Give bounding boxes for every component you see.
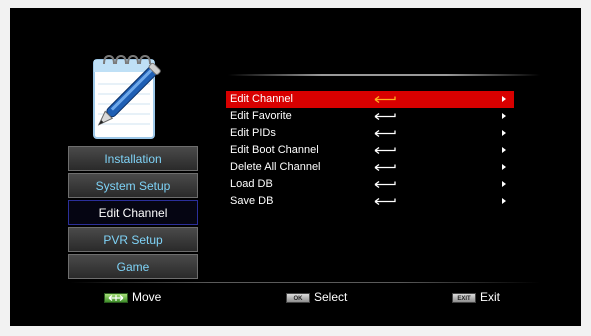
hint-select: OK Select: [286, 290, 347, 304]
main-menu: Installation System Setup Edit Channel P…: [68, 146, 198, 281]
edit-channel-submenu: Edit Channel Edit Favorite Edit PIDs Edi…: [226, 91, 514, 210]
list-item-label: Edit Channel: [230, 93, 293, 105]
list-item-label: Load DB: [230, 178, 273, 190]
hint-move-label: Move: [132, 290, 162, 304]
list-item-edit-favorite[interactable]: Edit Favorite: [226, 108, 514, 125]
chevron-right-icon: [502, 96, 506, 102]
list-item-label: Edit Favorite: [230, 110, 292, 122]
menu-item-edit-channel[interactable]: Edit Channel: [68, 200, 198, 225]
hint-move: Move: [104, 290, 161, 304]
exit-key-icon: EXIT: [452, 292, 476, 303]
list-item-edit-boot-channel[interactable]: Edit Boot Channel: [226, 142, 514, 159]
chevron-right-icon: [502, 130, 506, 136]
chevron-right-icon: [502, 198, 506, 204]
enter-arrow-icon: [374, 181, 396, 188]
hint-exit-label: Exit: [480, 290, 501, 304]
chevron-right-icon: [502, 113, 506, 119]
list-item-edit-channel[interactable]: Edit Channel: [226, 91, 514, 108]
list-item-label: Edit Boot Channel: [230, 144, 319, 156]
enter-arrow-icon: [374, 147, 396, 154]
list-item-save-db[interactable]: Save DB: [226, 193, 514, 210]
list-item-label: Delete All Channel: [230, 161, 321, 173]
menu-item-pvr-setup[interactable]: PVR Setup: [68, 227, 198, 252]
list-item-edit-pids[interactable]: Edit PIDs: [226, 125, 514, 142]
chevron-right-icon: [502, 164, 506, 170]
list-item-delete-all-channel[interactable]: Delete All Channel: [226, 159, 514, 176]
list-item-load-db[interactable]: Load DB: [226, 176, 514, 193]
enter-arrow-icon: [374, 113, 396, 120]
ok-key-icon: OK: [286, 292, 310, 303]
enter-arrow-icon: [374, 164, 396, 171]
menu-item-game[interactable]: Game: [68, 254, 198, 279]
menu-item-installation[interactable]: Installation: [68, 146, 198, 171]
top-divider: [228, 74, 540, 76]
chevron-right-icon: [502, 181, 506, 187]
enter-arrow-icon: [374, 96, 396, 103]
hint-select-label: Select: [314, 290, 348, 304]
dpad-key-icon: [104, 292, 128, 303]
bottom-divider: [70, 282, 540, 283]
chevron-right-icon: [502, 147, 506, 153]
menu-item-system-setup[interactable]: System Setup: [68, 173, 198, 198]
notepad-pen-icon: [93, 54, 161, 139]
hint-exit: EXIT Exit: [452, 290, 500, 304]
list-item-label: Save DB: [230, 195, 274, 207]
list-item-label: Edit PIDs: [230, 127, 276, 139]
enter-arrow-icon: [374, 198, 396, 205]
enter-arrow-icon: [374, 130, 396, 137]
